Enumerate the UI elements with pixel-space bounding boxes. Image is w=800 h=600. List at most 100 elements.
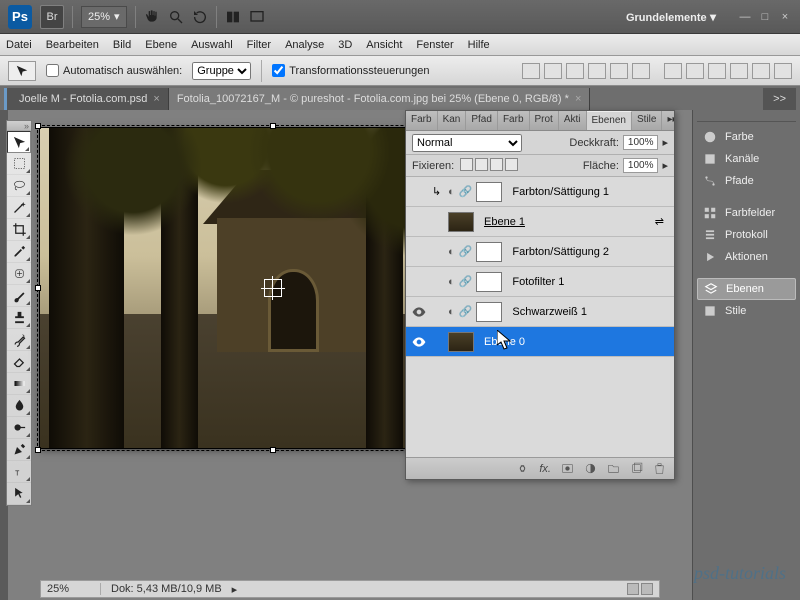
visibility-toggle[interactable] [410,273,428,291]
smart-filter-icon[interactable]: ⇌ [655,215,664,228]
align-icon[interactable] [566,63,584,79]
visibility-toggle[interactable] [410,213,428,231]
layer-name[interactable]: Farbton/Sättigung 2 [506,246,609,258]
move-tool[interactable] [7,131,31,153]
panel-tab[interactable]: Farb [406,111,438,130]
visibility-toggle[interactable] [410,303,428,321]
layer-name[interactable]: Ebene 1 [478,216,525,228]
minimize-button[interactable]: — [738,11,752,23]
crop-tool[interactable] [7,219,31,241]
panel-ebenen[interactable]: Ebenen [697,278,796,300]
new-layer-icon[interactable] [630,462,643,475]
layer-row[interactable]: ◐ 🔗 Fotofilter 1 [406,267,674,297]
panel-farbe[interactable]: Farbe [697,126,796,148]
panel-pfade[interactable]: Pfade [697,170,796,192]
menu-edit[interactable]: Bearbeiten [46,39,99,51]
auto-select-checkbox[interactable]: Automatisch auswählen: [46,64,182,77]
toolbox-grip[interactable]: » [7,121,31,131]
layer-name[interactable]: Farbton/Sättigung 1 [506,186,609,198]
brush-tool[interactable] [7,285,31,307]
zoom-dropdown[interactable]: 25% ▾ [81,6,127,28]
menu-file[interactable]: Datei [6,39,32,51]
menu-select[interactable]: Auswahl [191,39,233,51]
transform-center-icon[interactable] [264,279,282,297]
opacity-value[interactable]: 100% [623,135,659,150]
doc-tab-2[interactable]: Fotolia_10072167_M - © pureshot - Fotoli… [169,88,591,110]
align-icon[interactable] [632,63,650,79]
blur-tool[interactable] [7,395,31,417]
panel-tab-layers[interactable]: Ebenen [587,111,632,130]
align-icon[interactable] [544,63,562,79]
panel-kanaele[interactable]: Kanäle [697,148,796,170]
visibility-toggle[interactable] [410,333,428,351]
distribute-icon[interactable] [664,63,682,79]
layer-name[interactable]: Schwarzweiß 1 [506,306,587,318]
trash-icon[interactable] [653,462,666,475]
panel-farbfelder[interactable]: Farbfelder [697,202,796,224]
zoom-icon[interactable] [168,9,184,25]
menu-image[interactable]: Bild [113,39,131,51]
layer-row[interactable]: ◐ 🔗 Schwarzweiß 1 [406,297,674,327]
panel-tab[interactable]: Prot [530,111,559,130]
layer-name[interactable]: Ebene 0 [478,336,525,348]
chevron-icon[interactable]: ▸ [662,159,668,172]
eraser-tool[interactable] [7,351,31,373]
close-icon[interactable]: × [575,93,581,105]
chevron-icon[interactable]: ▸ [662,136,668,149]
active-tool-indicator[interactable] [8,61,36,81]
bridge-icon[interactable]: Br [40,5,64,29]
heal-tool[interactable] [7,263,31,285]
layer-name[interactable]: Fotofilter 1 [506,276,564,288]
visibility-toggle[interactable] [410,183,428,201]
layer-row[interactable]: ↳ ◐ 🔗 Farbton/Sättigung 1 [406,177,674,207]
doc-tab-1[interactable]: Joelle M - Fotolia.com.psd× [4,88,169,110]
panel-stile[interactable]: Stile [697,300,796,322]
lock-position-icon[interactable] [490,158,503,171]
pen-tool[interactable] [7,439,31,461]
adjustment-icon[interactable] [584,462,597,475]
screen-mode-icons[interactable] [225,9,265,25]
workspace-switcher[interactable]: Grundelemente ▾ [626,10,716,24]
panel-protokoll[interactable]: Protokoll [697,224,796,246]
distribute-icon[interactable] [686,63,704,79]
layer-mask-thumb[interactable] [476,302,502,322]
panel-tab[interactable]: Farb [498,111,530,130]
layer-thumb[interactable] [448,212,474,232]
dock-grip[interactable] [697,116,796,122]
distribute-icon[interactable] [708,63,726,79]
tabs-overflow[interactable]: >> [763,88,796,110]
screen-mode-icon[interactable] [249,9,265,25]
status-zoom[interactable]: 25% [47,583,101,595]
layer-row[interactable]: ◐ 🔗 Farbton/Sättigung 2 [406,237,674,267]
distribute-icon[interactable] [774,63,792,79]
close-button[interactable]: × [778,11,792,23]
menu-3d[interactable]: 3D [338,39,352,51]
fill-value[interactable]: 100% [623,158,659,173]
stamp-tool[interactable] [7,307,31,329]
dodge-tool[interactable] [7,417,31,439]
arrange-icon[interactable] [225,9,241,25]
menu-window[interactable]: Fenster [416,39,453,51]
h-scrollbar[interactable] [627,583,653,595]
rotate-view-icon[interactable] [192,9,208,25]
menu-layer[interactable]: Ebene [145,39,177,51]
layer-mask-thumb[interactable] [476,182,502,202]
menu-view[interactable]: Ansicht [366,39,402,51]
path-select-tool[interactable] [7,483,31,505]
lock-pixels-icon[interactable] [475,158,488,171]
fx-icon[interactable]: fx. [539,463,551,475]
status-doc-size[interactable]: Dok: 5,43 MB/10,9 MB [111,583,222,595]
distribute-icon[interactable] [730,63,748,79]
mask-icon[interactable] [561,462,574,475]
align-icon[interactable] [588,63,606,79]
align-icon[interactable] [610,63,628,79]
panel-tab[interactable]: Stile [632,111,662,130]
align-icon[interactable] [522,63,540,79]
panel-tab[interactable]: Pfad [466,111,498,130]
eyedropper-tool[interactable] [7,241,31,263]
group-icon[interactable] [607,462,620,475]
wand-tool[interactable] [7,197,31,219]
close-icon[interactable]: × [153,93,159,105]
lock-all-icon[interactable] [505,158,518,171]
layer-thumb[interactable] [448,332,474,352]
